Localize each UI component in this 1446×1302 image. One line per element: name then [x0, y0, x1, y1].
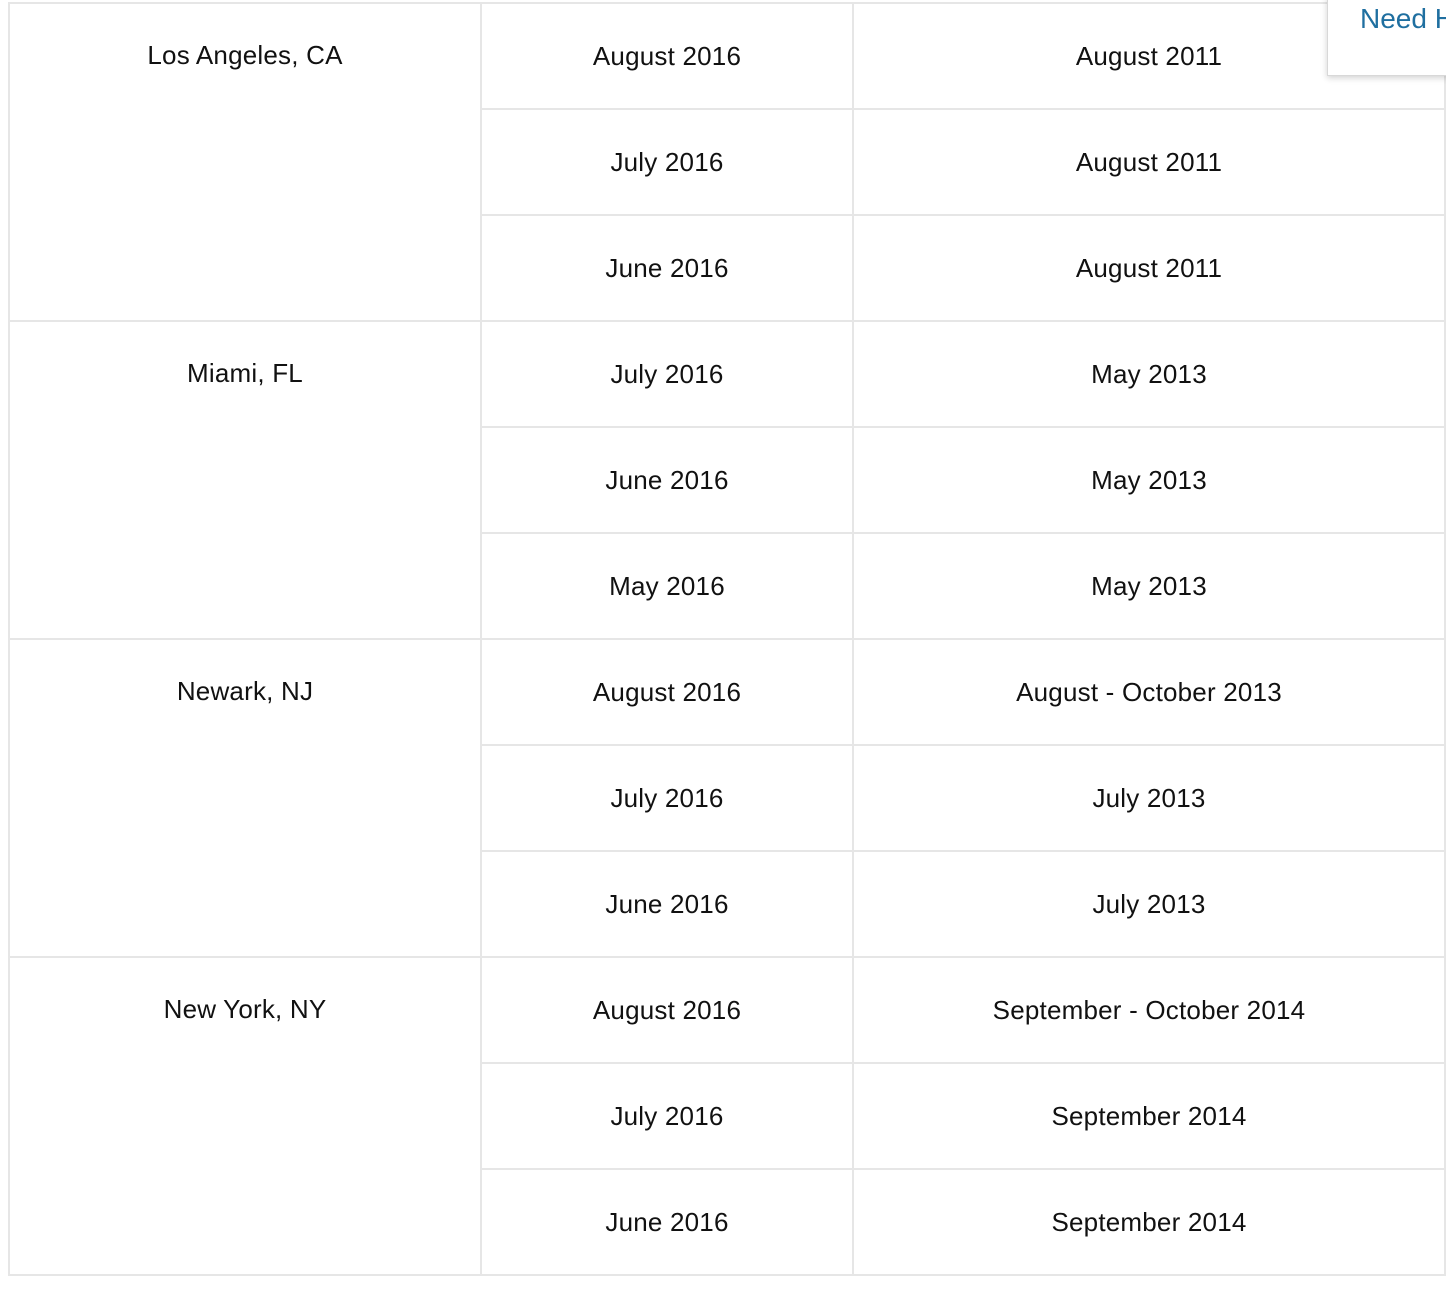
- table-cell: July 2013: [852, 744, 1446, 852]
- table-cell: July 2016: [480, 320, 854, 428]
- table-row: New York, NY August 2016 September - Oct…: [8, 956, 1446, 1276]
- table-cell: June 2016: [480, 426, 854, 534]
- table-row: Newark, NJ August 2016 August - October …: [8, 638, 1446, 958]
- table-cell: July 2016: [480, 108, 854, 216]
- table-cell: August 2016: [480, 956, 854, 1064]
- need-help-label: Need Help?: [1360, 3, 1446, 34]
- city-cell: Newark, NJ: [8, 638, 482, 958]
- table-cell: August - October 2013: [852, 638, 1446, 746]
- table-cell: June 2016: [480, 850, 854, 958]
- table-cell: September 2014: [852, 1062, 1446, 1170]
- table-row: Miami, FL July 2016 May 2013: [8, 320, 1446, 640]
- table-cell: June 2016: [480, 214, 854, 322]
- table-cell: September 2014: [852, 1168, 1446, 1276]
- city-cell: Miami, FL: [8, 320, 482, 640]
- table-cell: May 2013: [852, 532, 1446, 640]
- table-cell: August 2016: [480, 2, 854, 110]
- table-cell: May 2016: [480, 532, 854, 640]
- table-cell: June 2016: [480, 1168, 854, 1276]
- table-row: Los Angeles, CA August 2016 August 2011: [8, 2, 1446, 322]
- need-help-button[interactable]: Need Help?: [1327, 0, 1446, 76]
- table-cell: July 2016: [480, 1062, 854, 1170]
- table-cell: August 2011: [852, 108, 1446, 216]
- table-cell: July 2016: [480, 744, 854, 852]
- city-cell: Los Angeles, CA: [8, 2, 482, 322]
- table-cell: May 2013: [852, 426, 1446, 534]
- city-cell: New York, NY: [8, 956, 482, 1276]
- table-cell: August 2011: [852, 214, 1446, 322]
- data-table: Los Angeles, CA August 2016 August 2011 …: [8, 2, 1446, 1276]
- table-cell: September - October 2014: [852, 956, 1446, 1064]
- table-cell: July 2013: [852, 850, 1446, 958]
- table-cell: August 2016: [480, 638, 854, 746]
- table-cell: May 2013: [852, 320, 1446, 428]
